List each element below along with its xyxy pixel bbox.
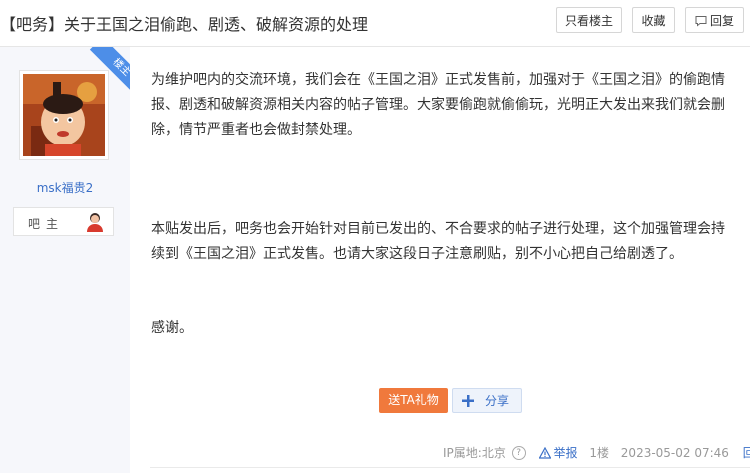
post-header: 【吧务】关于王国之泪偷跑、剧透、破解资源的处理 只看楼主 收藏 回复 — [0, 0, 750, 47]
ip-location: IP属地:北京 — [443, 445, 506, 460]
post-footer: IP属地:北京 ? 举报 1楼 2023-05-02 07:46 回复 — [443, 444, 750, 460]
only-op-button[interactable]: 只看楼主 — [556, 7, 622, 33]
author-name-link[interactable]: msk福贵2 — [0, 179, 130, 196]
share-label: 分享 — [485, 394, 510, 408]
post-timestamp: 2023-05-02 07:46 — [620, 445, 729, 460]
reply-button-label: 回复 — [709, 14, 734, 28]
comment-icon — [695, 16, 707, 27]
rank-badge: 吧主 — [13, 207, 114, 236]
report-link[interactable]: 举报 — [538, 445, 578, 461]
reply-button[interactable]: 回复 — [685, 7, 744, 33]
divider — [150, 467, 750, 468]
rank-label: 吧主 — [28, 217, 65, 231]
share-button[interactable]: 分享 — [452, 388, 522, 413]
thread-title: 【吧务】关于王国之泪偷跑、剧透、破解资源的处理 — [0, 15, 369, 34]
footer-reply-link[interactable]: 回复 — [743, 445, 750, 461]
user-avatar-icon — [87, 213, 103, 232]
post-paragraph: 本贴发出后，吧务也会开始针对目前已发出的、不合要求的帖子进行处理，这个加强管理会… — [151, 221, 725, 262]
op-tag-label: 楼主 — [89, 47, 130, 93]
post-paragraph: 为维护吧内的交流环境，我们会在《王国之泪》正式发售前，加强对于《王国之泪》的偷跑… — [151, 72, 725, 138]
question-icon[interactable]: ? — [511, 445, 526, 460]
op-corner-tag: 楼主 — [84, 47, 130, 93]
author-sidebar: 楼主 msk福贵2 吧主 — [0, 47, 130, 473]
plus-icon — [462, 395, 474, 407]
warning-icon — [538, 446, 552, 459]
favorite-button[interactable]: 收藏 — [632, 7, 675, 33]
floor-number: 1楼 — [589, 445, 609, 460]
send-gift-button[interactable]: 送TA礼物 — [379, 388, 448, 413]
report-label: 举报 — [553, 445, 578, 460]
post-paragraph: 感谢。 — [151, 320, 193, 336]
